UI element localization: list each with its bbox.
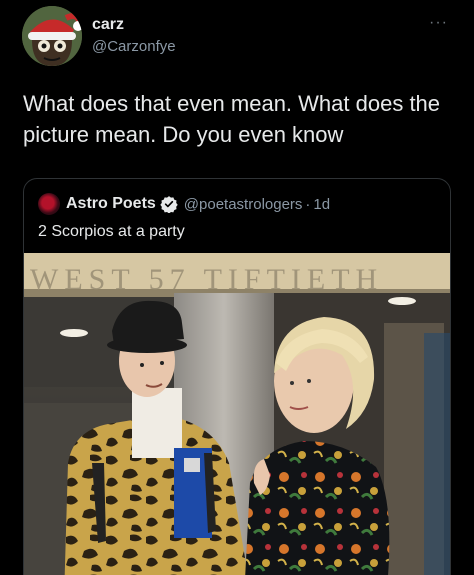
quoted-display-name[interactable]: Astro Poets [66, 195, 156, 213]
avatar[interactable] [22, 6, 82, 66]
separator-dot: · [305, 195, 311, 213]
quoted-handle[interactable]: @poetastrologers [184, 196, 303, 213]
display-name[interactable]: carz [92, 16, 176, 34]
handle[interactable]: @Carzonfye [92, 38, 176, 56]
more-options-icon[interactable]: ··· [429, 14, 448, 32]
quoted-tweet-text: 2 Scorpios at a party [38, 223, 185, 240]
tweet-text: What does that even mean. What does the … [23, 91, 441, 147]
quoted-avatar[interactable] [38, 193, 60, 215]
photo-image: WEST 57 TIFTIETH [24, 253, 450, 575]
tweet: carz @Carzonfye ··· What does that even … [0, 0, 474, 575]
quoted-timestamp[interactable]: 1d [313, 196, 330, 213]
building-sign-text: WEST 57 TIFTIETH [30, 263, 383, 296]
verified-badge-icon [160, 196, 178, 213]
author-info: carz @Carzonfye [92, 16, 176, 56]
quoted-photo[interactable]: WEST 57 TIFTIETH [24, 253, 450, 575]
quoted-tweet-header: Astro Poets @poetastrologers · 1d [38, 193, 330, 215]
quoted-tweet[interactable]: Astro Poets @poetastrologers · 1d 2 Scor… [23, 178, 451, 575]
avatar-image [22, 6, 82, 66]
